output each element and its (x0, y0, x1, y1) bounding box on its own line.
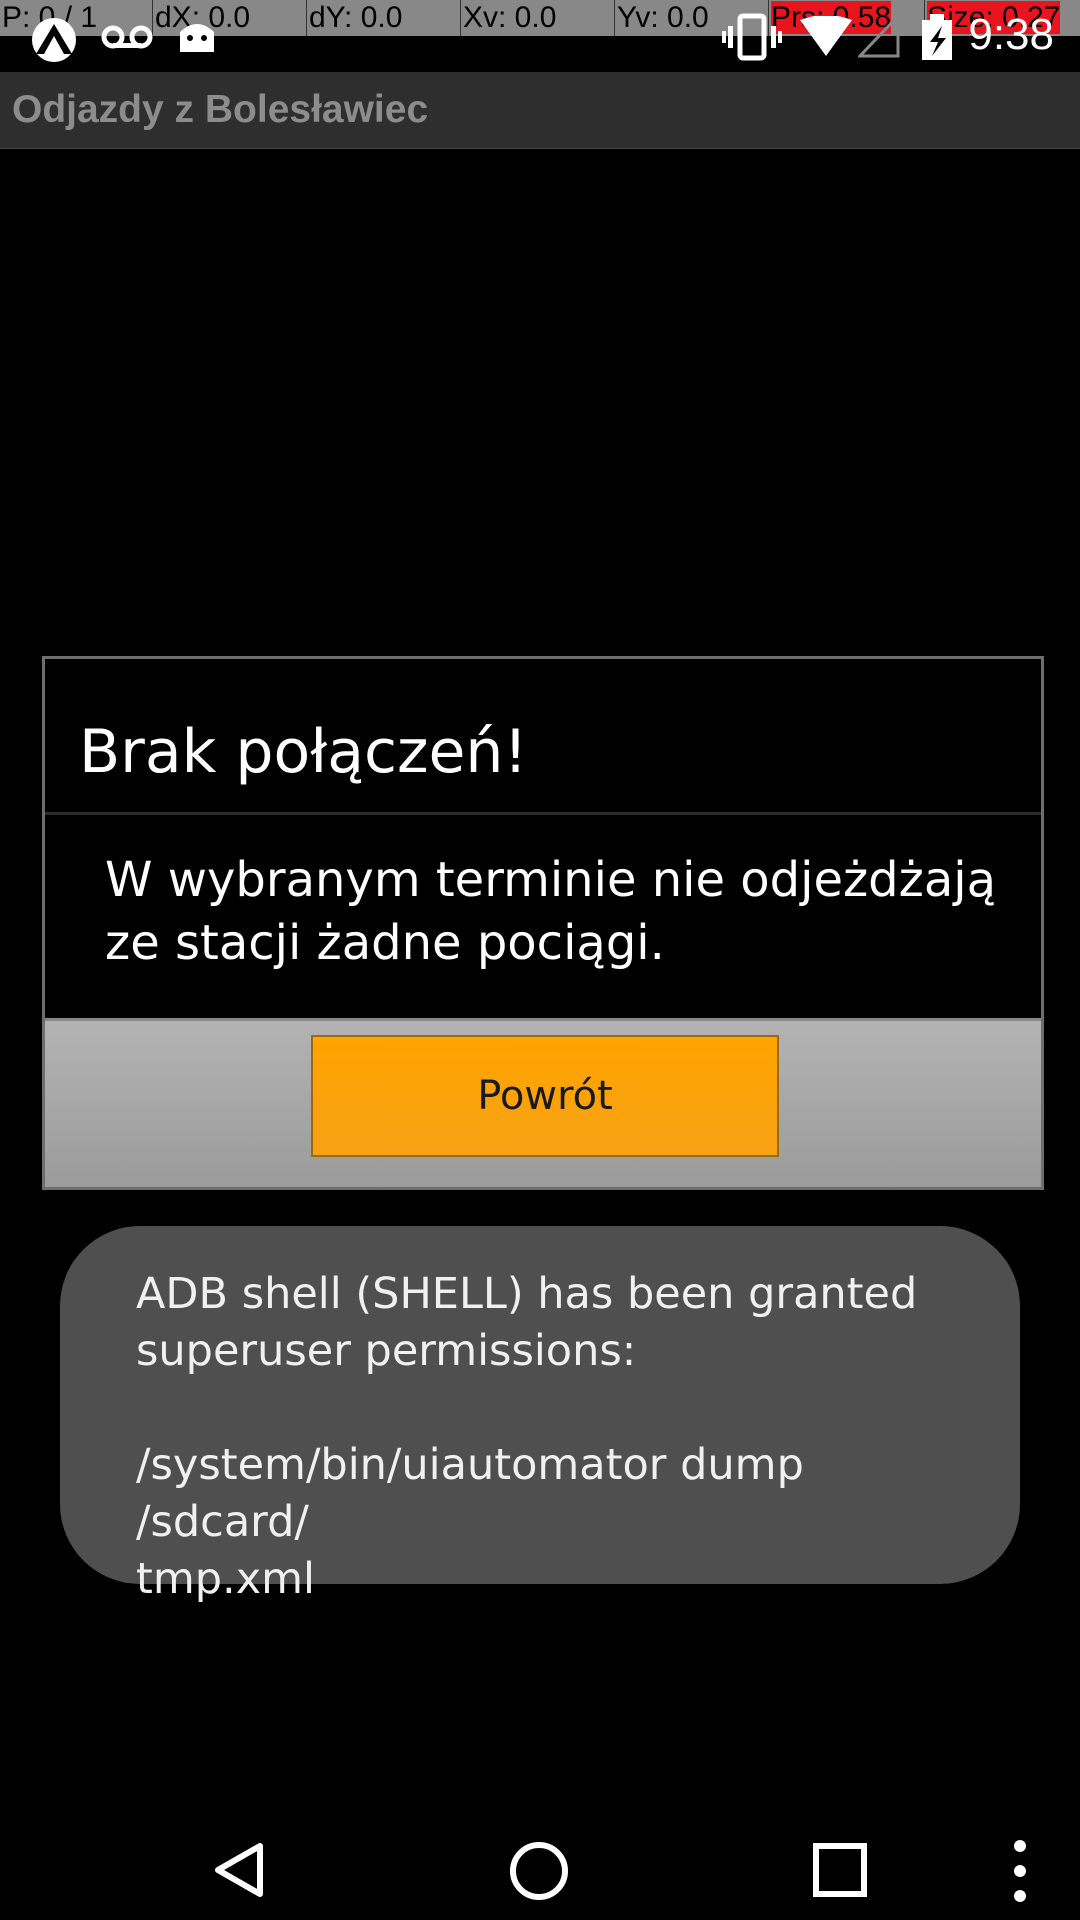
app-title-bar: Odjazdy z Bolesławiec (0, 72, 1080, 149)
dialog-divider (45, 812, 1041, 815)
dialog-title: Brak połączeń! (79, 717, 528, 787)
toast-message: ADB shell (SHELL) has been granted super… (136, 1269, 918, 1604)
home-icon[interactable] (508, 1840, 570, 1902)
wifi-icon (800, 16, 852, 56)
back-icon[interactable] (210, 1840, 270, 1900)
dialog-message: W wybranym terminie nie odjeżdżają ze st… (105, 852, 996, 971)
recents-icon[interactable] (812, 1842, 868, 1898)
dialog-button-bar: Powrót (45, 1018, 1041, 1187)
navigation-bar (0, 1780, 1080, 1920)
menu-icon[interactable] (1008, 1836, 1032, 1906)
battery-charging-icon (922, 14, 952, 60)
app-title: Odjazdy z Bolesławiec (12, 88, 429, 131)
no-connections-dialog: Brak połączeń! W wybranym terminie nie o… (42, 656, 1044, 1190)
back-button[interactable]: Powrót (311, 1035, 779, 1157)
clock: 9:38 (968, 10, 1054, 59)
status-bar: 9:38 (0, 0, 1080, 72)
superuser-toast: ADB shell (SHELL) has been granted super… (60, 1226, 1020, 1604)
android-icon (180, 24, 214, 52)
voicemail-icon (101, 25, 153, 49)
app-notification-icon (32, 18, 76, 62)
signal-icon (858, 14, 900, 58)
vibrate-icon (722, 13, 782, 61)
